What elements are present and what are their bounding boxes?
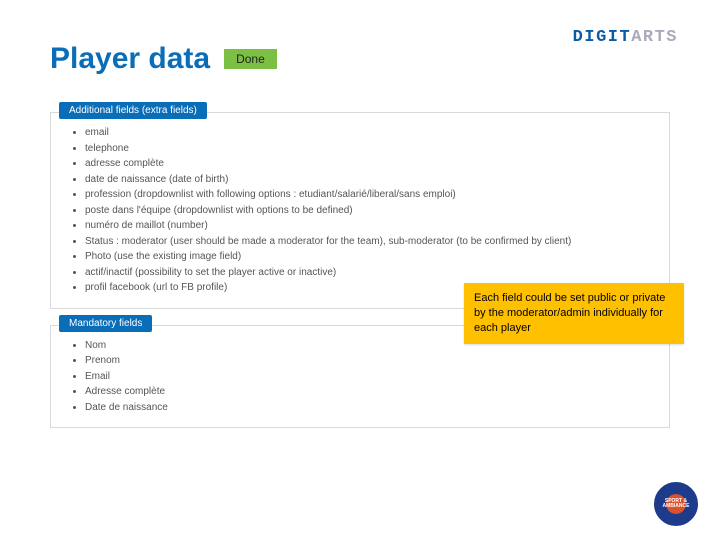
status-badge: Done [224,49,277,69]
brand-logo: DIGITARTS [573,28,678,47]
sport-ambiance-badge-icon: SPORT & AMBIANCE [654,482,698,526]
list-item: telephone [85,141,655,157]
field-list: email telephone adresse complète date de… [69,125,655,296]
list-item: email [85,125,655,141]
list-item: Date de naissance [85,400,655,416]
panel-header: Additional fields (extra fields) [59,102,207,119]
list-item: Email [85,369,655,385]
brand-left: DIGIT [573,28,632,47]
panel-header: Mandatory fields [59,315,152,332]
list-item: numéro de maillot (number) [85,218,655,234]
list-item: Photo (use the existing image field) [85,249,655,265]
brand-right: ARTS [631,28,678,47]
field-list: Nom Prenom Email Adresse complète Date d… [69,338,655,416]
list-item: Prenom [85,353,655,369]
page-title: Player data [50,42,210,76]
callout-note: Each field could be set public or privat… [464,283,684,344]
list-item: Status : moderator (user should be made … [85,234,655,250]
list-item: adresse complète [85,156,655,172]
badge-text: SPORT & AMBIANCE [656,499,696,509]
list-item: date de naissance (date of birth) [85,172,655,188]
list-item: poste dans l'équipe (dropdownlist with o… [85,203,655,219]
list-item: Adresse complète [85,384,655,400]
list-item: profession (dropdownlist with following … [85,187,655,203]
panel-additional-fields: Additional fields (extra fields) email t… [50,112,670,309]
list-item: actif/inactif (possibility to set the pl… [85,265,655,281]
